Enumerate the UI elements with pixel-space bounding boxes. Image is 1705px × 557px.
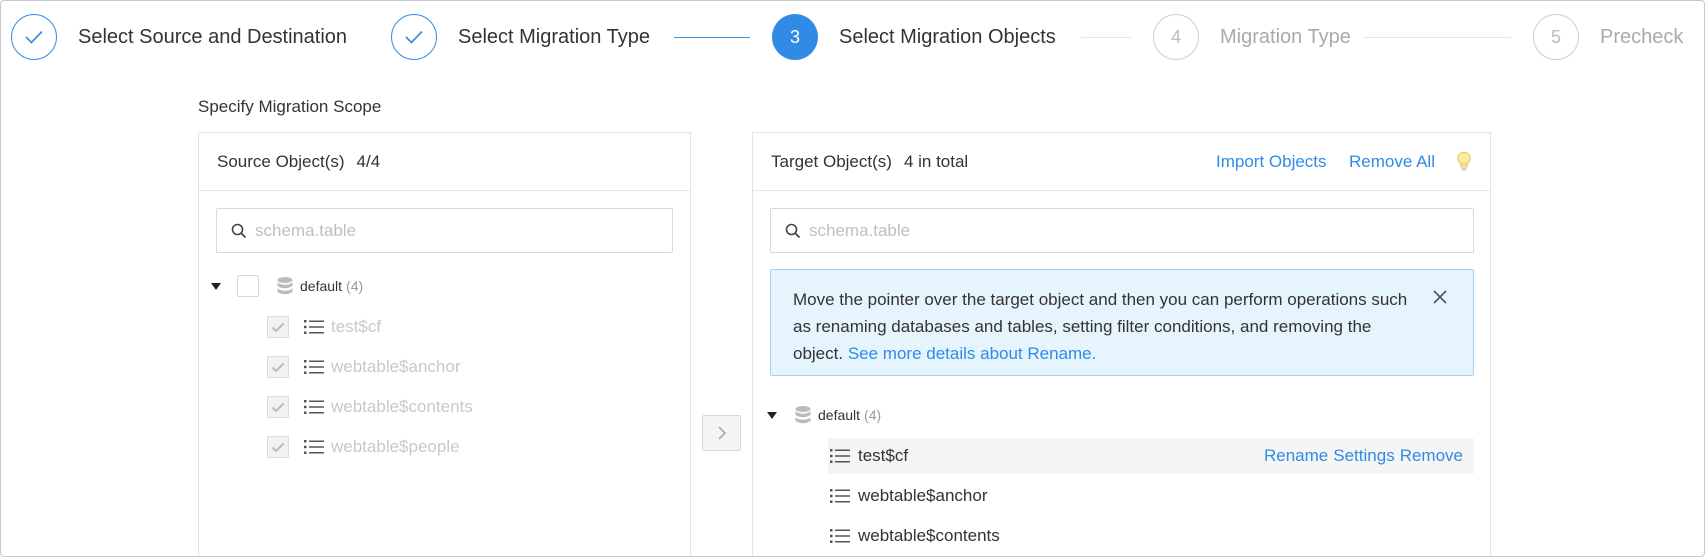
target-item-name: test$cf — [858, 446, 909, 465]
source-panel-header: Source Object(s) 4/4 — [199, 133, 690, 191]
source-item-name: webtable$people — [331, 437, 460, 456]
table-list-icon — [830, 489, 850, 503]
step-3[interactable]: 3 Select Migration Objects — [772, 14, 1056, 60]
lightbulb-icon[interactable] — [1456, 151, 1472, 173]
step-4[interactable]: 4 Migration Type — [1153, 14, 1351, 60]
item-checkbox — [267, 396, 289, 418]
list-item[interactable]: webtable$anchor — [830, 478, 987, 514]
step-bar: Select Source and Destination Select Mig… — [1, 1, 1704, 73]
step-5[interactable]: 5 Precheck — [1533, 14, 1683, 60]
table-list-icon — [304, 400, 324, 414]
move-to-target-button[interactable] — [702, 415, 741, 451]
table-list-icon — [830, 449, 850, 463]
step-2-label: Select Migration Type — [458, 25, 650, 48]
source-db-count: (4) — [346, 278, 364, 294]
target-panel-header: Target Object(s) 4 in total Import Objec… — [753, 133, 1490, 191]
remove-all-link[interactable]: Remove All — [1349, 152, 1435, 172]
database-icon — [795, 406, 811, 424]
settings-link[interactable]: Settings — [1333, 446, 1394, 466]
step-1-label: Select Source and Destination — [78, 25, 348, 48]
rename-details-link[interactable]: See more details about Rename. — [848, 344, 1097, 363]
source-item-name: webtable$contents — [331, 397, 473, 416]
list-item[interactable]: test$cf — [267, 309, 381, 345]
target-db-name: default — [818, 407, 861, 423]
migration-wizard: Select Source and Destination Select Mig… — [0, 0, 1705, 557]
target-title: Target Object(s) — [771, 151, 892, 171]
source-db-checkbox[interactable] — [237, 275, 259, 297]
step-connector — [674, 37, 750, 38]
target-search[interactable] — [770, 208, 1474, 253]
source-search-input[interactable] — [255, 220, 608, 241]
step-5-number: 5 — [1533, 14, 1579, 60]
source-search[interactable] — [216, 208, 673, 253]
step-3-number: 3 — [772, 14, 818, 60]
source-item-name: test$cf — [331, 317, 382, 336]
step-5-label: Precheck — [1600, 25, 1684, 48]
list-item[interactable]: webtable$contents — [267, 389, 473, 425]
source-db-name: default — [300, 278, 343, 294]
check-icon — [11, 14, 57, 60]
list-item[interactable]: webtable$anchor — [267, 349, 460, 385]
close-icon[interactable] — [1431, 288, 1449, 306]
list-item[interactable]: test$cf — [830, 438, 908, 474]
source-count: 4/4 — [356, 151, 381, 171]
caret-down-icon[interactable] — [211, 282, 221, 290]
target-db-row[interactable]: default (4) — [767, 397, 881, 433]
source-db-row[interactable]: default (4) — [211, 268, 363, 304]
item-checkbox — [267, 356, 289, 378]
target-item-name: webtable$contents — [858, 526, 1000, 545]
search-icon — [785, 223, 801, 238]
database-icon — [277, 277, 293, 295]
step-4-number: 4 — [1153, 14, 1199, 60]
remove-link[interactable]: Remove — [1400, 446, 1463, 466]
step-4-label: Migration Type — [1220, 25, 1351, 48]
target-item-name: webtable$anchor — [858, 486, 988, 505]
check-icon — [391, 14, 437, 60]
list-item[interactable]: webtable$contents — [830, 518, 1000, 554]
step-1[interactable]: Select Source and Destination — [11, 14, 347, 60]
scope-title: Specify Migration Scope — [198, 97, 382, 116]
target-db-count: (4) — [864, 407, 882, 423]
target-count: 4 in total — [903, 151, 969, 171]
step-3-label: Select Migration Objects — [839, 25, 1056, 48]
step-2[interactable]: Select Migration Type — [391, 14, 650, 60]
step-connector — [1363, 37, 1511, 38]
caret-down-icon[interactable] — [767, 411, 777, 419]
table-list-icon — [304, 440, 324, 454]
table-list-icon — [830, 529, 850, 543]
step-connector — [1081, 37, 1131, 38]
chevron-right-icon — [717, 426, 726, 440]
list-item[interactable]: webtable$people — [267, 429, 460, 465]
item-checkbox — [267, 436, 289, 458]
rename-tip-notice: Move the pointer over the target object … — [770, 269, 1474, 376]
target-search-input[interactable] — [809, 220, 1360, 241]
row-actions: Rename Settings Remove — [1264, 438, 1463, 474]
item-checkbox — [267, 316, 289, 338]
search-icon — [231, 223, 247, 238]
table-list-icon — [304, 360, 324, 374]
source-item-name: webtable$anchor — [331, 357, 461, 376]
source-title: Source Object(s) — [217, 151, 345, 171]
table-list-icon — [304, 320, 324, 334]
rename-link[interactable]: Rename — [1264, 446, 1328, 466]
import-objects-link[interactable]: Import Objects — [1216, 152, 1327, 172]
